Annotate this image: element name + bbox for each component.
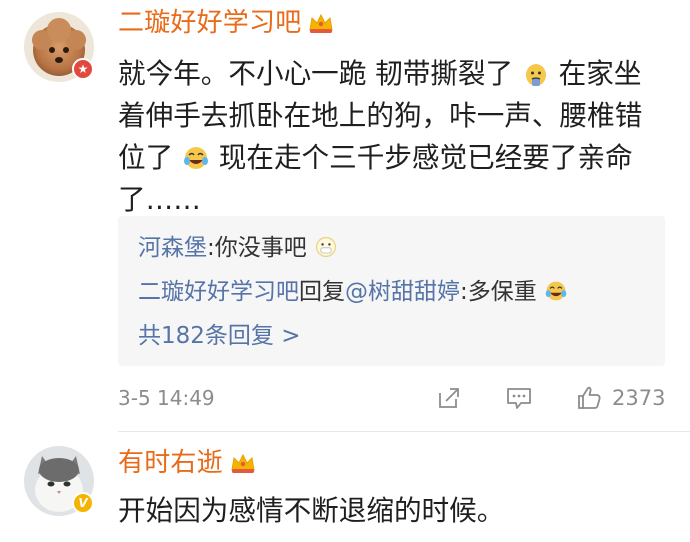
comment-username[interactable]: 二璇好好学习吧 [118,10,301,36]
comment-content: 开始因为感情不断退缩的时候。 [118,494,505,527]
yellow-v-badge-icon: V [72,492,94,514]
reply-item[interactable]: 河森堡:你没事吧 [138,232,338,264]
comment-card: V 有时右逝 开始因为感情不断退缩的时候。 [0,432,690,542]
reply-mention[interactable]: @树甜甜婷 [345,279,460,305]
comment-username[interactable]: 有时右逝 [118,450,223,476]
reply-item[interactable]: 二璇好好学习吧回复@树甜甜婷:多保重 [138,276,568,308]
share-icon[interactable] [434,383,464,413]
mask-face-emoji-icon [315,236,337,258]
more-replies-link[interactable]: 共182条回复 > [138,320,300,352]
facepalm-emoji-icon [525,64,546,86]
thumbs-up-icon[interactable] [574,383,604,413]
reply-username[interactable]: 二璇好好学习吧 [138,279,299,305]
reply-username[interactable]: 河森堡 [138,235,207,261]
comment-meta-row: 3-5 14:49 2373 [118,383,668,413]
like-count: 2373 [612,386,666,410]
laughing-crying-emoji-icon [183,147,208,169]
crown-vip-icon [309,13,333,33]
comment-content: 就今年。不小心一跪 韧带撕裂了 在家坐 着伸手去抓卧在地上的狗，咔一声、腰椎错 … [118,57,643,216]
comment-timestamp: 3-5 14:49 [118,386,215,410]
red-star-badge-icon: ★ [72,58,94,80]
crown-vip-icon [231,453,255,473]
comment-icon[interactable] [504,383,534,413]
laughing-crying-emoji-icon [545,281,567,301]
comment-card: ★ 二璇好好学习吧 就今年。不小心一跪 韧带撕裂了 在家坐 着伸手去抓卧在地上的… [0,0,690,432]
reply-preview-box[interactable]: 河森堡:你没事吧 二璇好好学习吧回复@树甜甜婷:多保重 共182条回复 > [118,216,665,366]
